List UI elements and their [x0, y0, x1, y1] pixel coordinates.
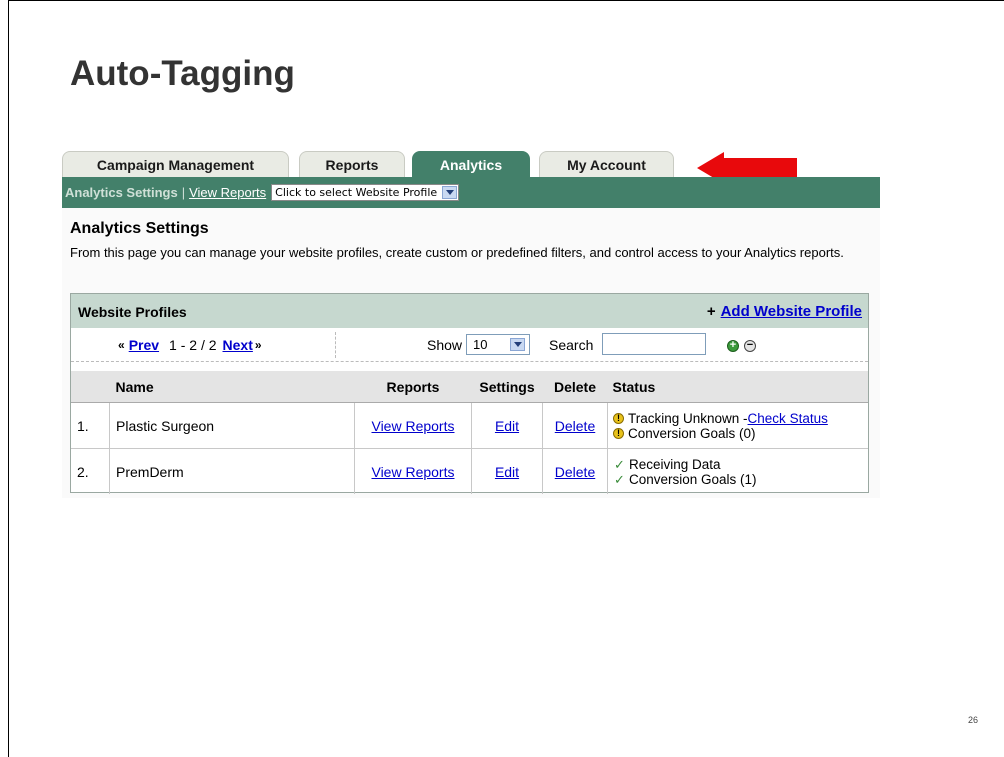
chevron-down-icon[interactable] [442, 186, 458, 199]
view-reports-link[interactable]: View Reports [371, 418, 454, 434]
check-icon: ✓ [614, 471, 625, 487]
status-text: Conversion Goals (0) [628, 425, 756, 441]
slide-title: Auto-Tagging [70, 54, 295, 93]
reports-cell: View Reports [354, 448, 472, 494]
status-tracking: ! Tracking Unknown - Check Status [613, 411, 868, 426]
warning-icon: ! [613, 427, 624, 439]
show-count-value: 10 [473, 337, 488, 352]
status-cell: ! Tracking Unknown - Check Status ! Conv… [607, 402, 868, 449]
check-icon: ✓ [614, 456, 625, 472]
delete-link[interactable]: Delete [555, 418, 595, 434]
section-heading: Analytics Settings [70, 220, 209, 237]
chevron-right-icon: » [254, 338, 262, 352]
website-profile-select[interactable]: Click to select Website Profile [271, 184, 460, 201]
table-header-row: Name Reports Settings Delete Status [71, 371, 868, 403]
panel-header: Website Profiles + Add Website Profile [71, 294, 868, 328]
status-receiving-data: ✓ Receiving Data [613, 457, 868, 472]
tab-reports[interactable]: Reports [299, 151, 405, 177]
prev-page-link[interactable]: Prev [129, 337, 159, 353]
row-number: 2. [71, 448, 110, 494]
check-status-link[interactable]: Check Status [748, 411, 828, 426]
status-text: Tracking Unknown - [628, 410, 748, 426]
settings-cell: Edit [471, 448, 543, 494]
warning-icon: ! [613, 412, 624, 424]
chevron-down-icon[interactable] [510, 338, 525, 351]
status-cell: ✓ Receiving Data ✓ Conversion Goals (1) [607, 448, 868, 494]
edit-link[interactable]: Edit [495, 464, 519, 480]
delete-cell: Delete [542, 448, 608, 494]
next-page-link[interactable]: Next [223, 337, 253, 353]
tab-my-account[interactable]: My Account [539, 151, 674, 177]
website-profiles-panel: Website Profiles + Add Website Profile «… [70, 293, 869, 494]
show-label: Show [427, 337, 463, 353]
header-delete: Delete [542, 371, 608, 403]
status-text: Receiving Data [629, 456, 721, 472]
profile-name: PremDerm [109, 448, 355, 494]
chevron-left-icon: « [118, 338, 125, 352]
sub-navigation-bar: Analytics Settings | View Reports Click … [62, 177, 880, 208]
subnav-separator: | [181, 185, 186, 200]
row-number: 1. [71, 402, 110, 449]
tab-analytics[interactable]: Analytics [412, 151, 530, 177]
header-reports: Reports [354, 371, 472, 403]
search-input[interactable] [602, 333, 706, 355]
zoom-in-icon[interactable]: + [727, 340, 739, 352]
pagination-controls: « Prev 1 - 2 / 2 Next » [118, 337, 262, 353]
pagination-bar: « Prev 1 - 2 / 2 Next » Show 10 Search +… [71, 328, 868, 362]
zoom-out-icon[interactable]: − [744, 340, 756, 352]
add-website-profile-control: + Add Website Profile [707, 303, 862, 320]
tab-campaign-management[interactable]: Campaign Management [62, 151, 289, 177]
header-status: Status [607, 371, 868, 403]
website-profile-select-value: Click to select Website Profile [275, 186, 438, 199]
table-row: 1. Plastic Surgeon View Reports Edit Del… [71, 402, 868, 449]
header-name: Name [109, 371, 355, 403]
plus-icon: + [706, 303, 716, 320]
show-count-select[interactable]: 10 [466, 334, 530, 355]
profiles-table-container: Name Reports Settings Delete Status 1. P… [71, 371, 868, 494]
pager-divider [335, 332, 336, 358]
status-conversion-goals: ✓ Conversion Goals (1) [613, 472, 868, 487]
add-website-profile-link[interactable]: Add Website Profile [721, 303, 862, 320]
status-text: Conversion Goals (1) [629, 471, 757, 487]
panel-title: Website Profiles [78, 304, 187, 320]
slide-border-top [8, 0, 1004, 1]
search-label: Search [549, 337, 594, 353]
profile-name: Plastic Surgeon [109, 402, 355, 449]
slide-border-left [8, 0, 9, 757]
subnav-view-reports-link[interactable]: View Reports [189, 185, 266, 200]
reports-cell: View Reports [354, 402, 472, 449]
section-intro-text: From this page you can manage your websi… [70, 245, 844, 260]
slide-page-number: 26 [968, 715, 979, 725]
settings-cell: Edit [471, 402, 543, 449]
delete-cell: Delete [542, 402, 608, 449]
status-conversion-goals: ! Conversion Goals (0) [613, 426, 868, 441]
profiles-table: Name Reports Settings Delete Status 1. P… [71, 371, 868, 494]
table-row: 2. PremDerm View Reports Edit Delete ✓ R… [71, 448, 868, 494]
header-settings: Settings [471, 371, 543, 403]
subnav-current-analytics-settings: Analytics Settings [65, 185, 178, 200]
page-range-text: 1 - 2 / 2 [169, 337, 217, 353]
delete-link[interactable]: Delete [555, 464, 595, 480]
view-reports-link[interactable]: View Reports [371, 464, 454, 480]
header-number [71, 371, 110, 403]
edit-link[interactable]: Edit [495, 418, 519, 434]
